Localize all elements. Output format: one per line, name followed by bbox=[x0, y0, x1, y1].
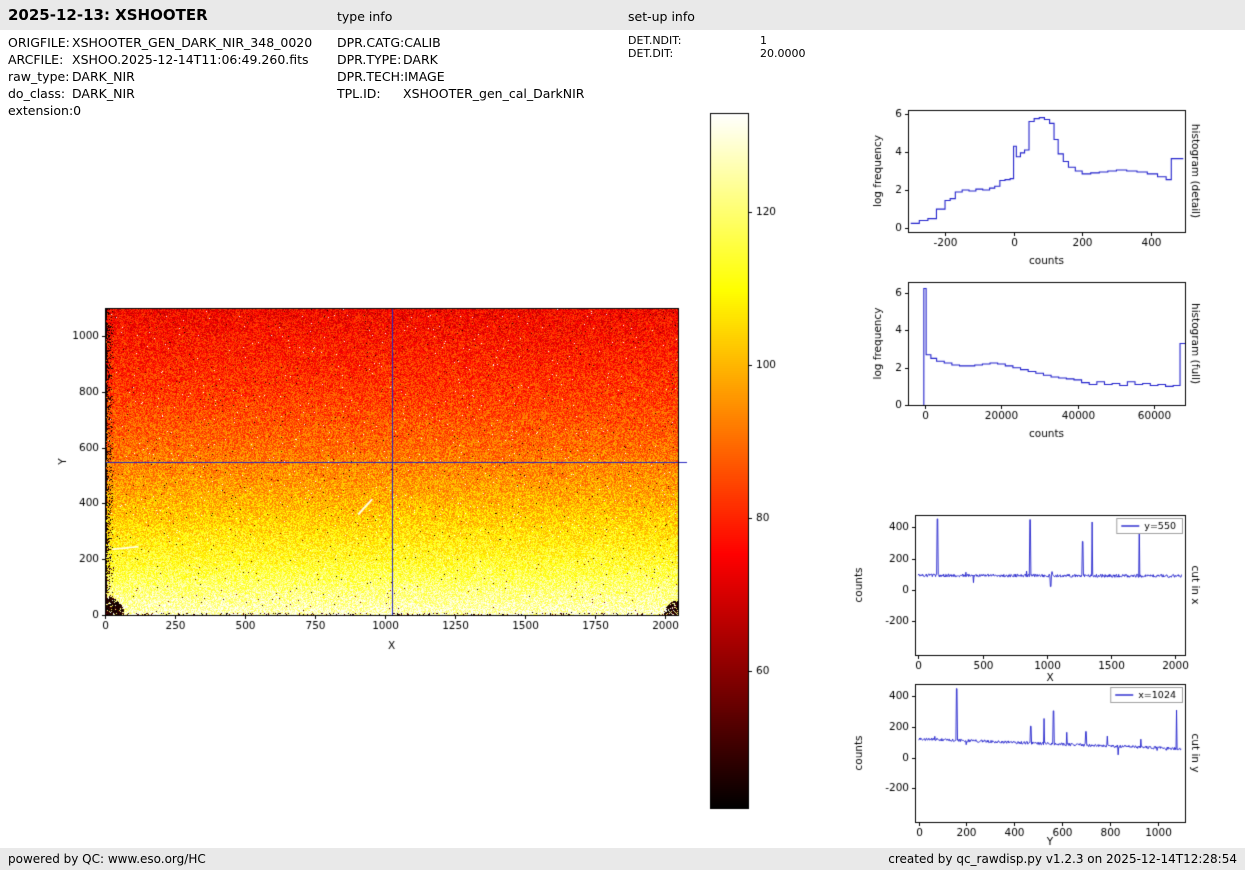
qc-report-page: 2025-12-13: XSHOOTER type info set-up in… bbox=[0, 0, 1245, 870]
meta-label: DPR.TYPE: bbox=[337, 51, 403, 68]
meta-det-dit: DET.DIT: 20.0000 bbox=[628, 47, 806, 60]
created-by-text: created by qc_rawdisp.py v1.2.3 on 2025-… bbox=[888, 852, 1237, 866]
colorbar bbox=[705, 105, 777, 820]
meta-value: 20.0000 bbox=[760, 47, 806, 60]
meta-dpr-type: DPR.TYPE: DARK bbox=[337, 51, 584, 68]
meta-value: DARK_NIR bbox=[72, 68, 135, 85]
meta-label: raw_type: bbox=[8, 68, 72, 85]
meta-extension: extension: 0 bbox=[8, 102, 312, 119]
raw-image-plot bbox=[40, 290, 700, 665]
meta-value: IMAGE bbox=[404, 68, 444, 85]
file-info-block: ORIGFILE: XSHOOTER_GEN_DARK_NIR_348_0020… bbox=[8, 34, 312, 119]
meta-value: XSHOO.2025-12-14T11:06:49.260.fits bbox=[72, 51, 309, 68]
cut-in-x-plot bbox=[845, 500, 1245, 690]
meta-value: XSHOOTER_gen_cal_DarkNIR bbox=[403, 85, 584, 102]
meta-origfile: ORIGFILE: XSHOOTER_GEN_DARK_NIR_348_0020 bbox=[8, 34, 312, 51]
meta-label: DET.DIT: bbox=[628, 47, 760, 60]
meta-value: DARK bbox=[403, 51, 438, 68]
meta-value: DARK_NIR bbox=[72, 85, 135, 102]
meta-value: CALIB bbox=[404, 34, 441, 51]
type-info-heading: type info bbox=[337, 9, 392, 24]
footer-bar: powered by QC: www.eso.org/HC created by… bbox=[0, 848, 1245, 870]
report-title: 2025-12-13: XSHOOTER bbox=[8, 6, 208, 24]
meta-label: DPR.CATG: bbox=[337, 34, 404, 51]
meta-arcfile: ARCFILE: XSHOO.2025-12-14T11:06:49.260.f… bbox=[8, 51, 312, 68]
meta-label: ORIGFILE: bbox=[8, 34, 72, 51]
type-info-block: DPR.CATG: CALIB DPR.TYPE: DARK DPR.TECH:… bbox=[337, 34, 584, 102]
setup-info-heading: set-up info bbox=[628, 9, 695, 24]
meta-label: ARCFILE: bbox=[8, 51, 72, 68]
meta-label: extension: bbox=[8, 102, 73, 119]
meta-det-ndit: DET.NDIT: 1 bbox=[628, 34, 806, 47]
meta-label: DET.NDIT: bbox=[628, 34, 760, 47]
meta-do-class: do_class: DARK_NIR bbox=[8, 85, 312, 102]
histogram-detail-plot bbox=[845, 95, 1245, 275]
meta-value: 0 bbox=[73, 102, 81, 119]
qc-home-link[interactable]: powered by QC: www.eso.org/HC bbox=[8, 852, 206, 866]
setup-info-block: DET.NDIT: 1 DET.DIT: 20.0000 bbox=[628, 34, 806, 60]
meta-dpr-tech: DPR.TECH: IMAGE bbox=[337, 68, 584, 85]
meta-label: TPL.ID: bbox=[337, 85, 403, 102]
meta-value: XSHOOTER_GEN_DARK_NIR_348_0020 bbox=[72, 34, 312, 51]
meta-raw-type: raw_type: DARK_NIR bbox=[8, 68, 312, 85]
histogram-full-plot bbox=[845, 267, 1245, 452]
meta-label: do_class: bbox=[8, 85, 72, 102]
meta-dpr-catg: DPR.CATG: CALIB bbox=[337, 34, 584, 51]
meta-label: DPR.TECH: bbox=[337, 68, 404, 85]
meta-tpl-id: TPL.ID: XSHOOTER_gen_cal_DarkNIR bbox=[337, 85, 584, 102]
header-bar: 2025-12-13: XSHOOTER type info set-up in… bbox=[0, 0, 1245, 30]
meta-value: 1 bbox=[760, 34, 767, 47]
cut-in-y-plot bbox=[845, 670, 1245, 867]
